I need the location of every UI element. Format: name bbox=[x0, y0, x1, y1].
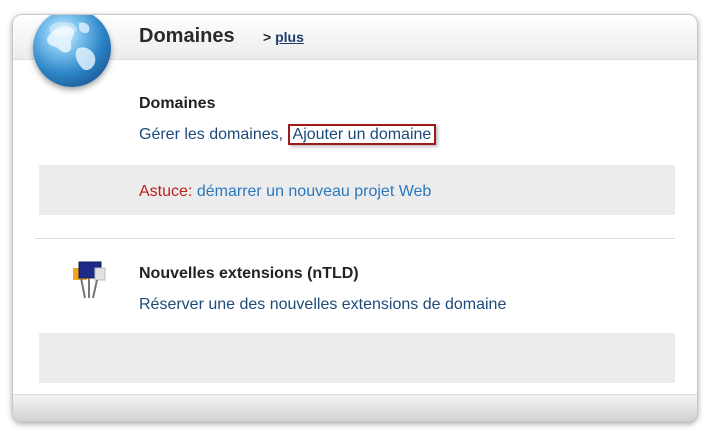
domains-section-title: Domaines bbox=[139, 95, 216, 112]
ntld-band bbox=[39, 333, 675, 383]
globe-icon bbox=[33, 15, 111, 87]
add-domain-link[interactable]: Ajouter un domaine bbox=[287, 124, 437, 145]
tip-link[interactable]: démarrer un nouveau projet Web bbox=[197, 183, 432, 200]
more-link-group: > plus bbox=[263, 29, 304, 45]
link-separator: , bbox=[278, 126, 284, 143]
flags-icon bbox=[69, 258, 109, 307]
ntld-links: Réserver une des nouvelles extensions de… bbox=[139, 296, 506, 314]
reserve-extension-link[interactable]: Réserver une des nouvelles extensions de… bbox=[139, 296, 506, 313]
section-divider bbox=[35, 238, 675, 239]
tip-line: Astuce: démarrer un nouveau projet Web bbox=[139, 183, 431, 201]
manage-domains-link[interactable]: Gérer les domaines bbox=[139, 126, 279, 143]
more-prefix: > bbox=[263, 29, 272, 45]
domains-panel: Domaines > plus Domaines Gérer les domai… bbox=[12, 14, 698, 422]
page-title: Domaines bbox=[139, 25, 235, 47]
more-link[interactable]: plus bbox=[275, 29, 304, 45]
tip-label: Astuce: bbox=[139, 183, 193, 200]
domains-links: Gérer les domaines, Ajouter un domaine bbox=[139, 124, 437, 145]
ntld-section-title: Nouvelles extensions (nTLD) bbox=[139, 265, 359, 282]
panel-header bbox=[13, 15, 697, 60]
panel-footer bbox=[13, 394, 697, 421]
